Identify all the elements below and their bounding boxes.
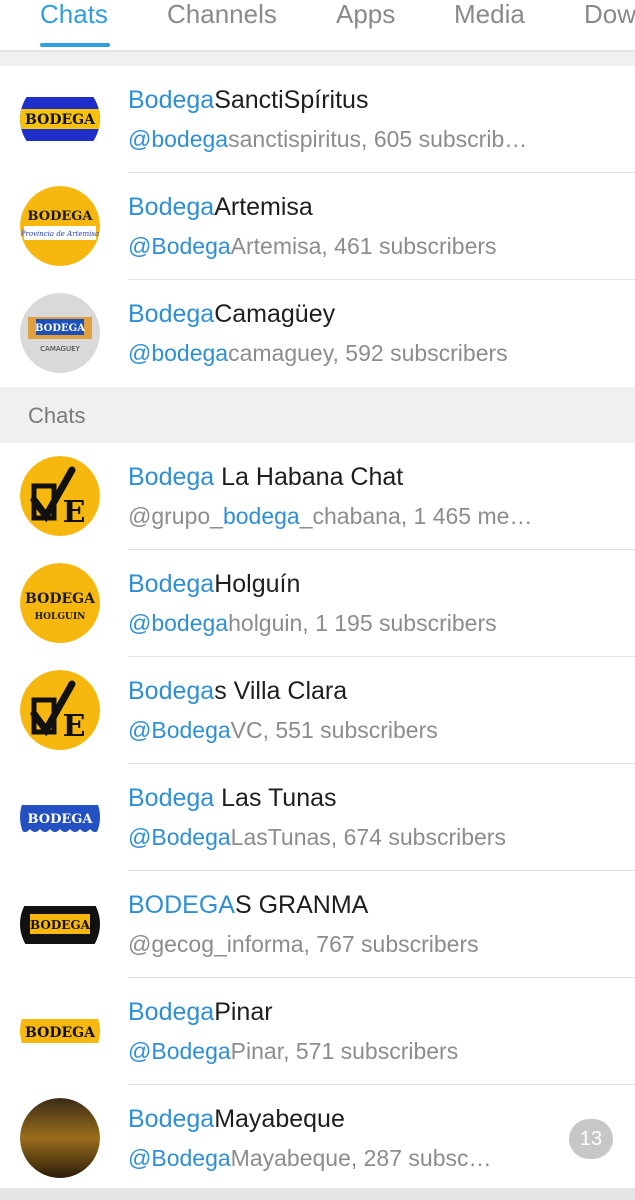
svg-text:BODEGA: BODEGA [25, 112, 96, 128]
check-e-logo-icon: E [20, 670, 100, 750]
svg-text:BODEGA: BODEGA [28, 209, 94, 224]
chat-subtitle: @BodegaVC, 551 subscribers [128, 717, 438, 743]
tab-channels[interactable]: Channels [167, 0, 277, 50]
section-gap [0, 52, 635, 66]
chat-title: BODEGAS GRANMA [128, 891, 369, 919]
chat-title: Bodega La Habana Chat [128, 463, 404, 491]
list-item[interactable]: BODEGA BodegaSanctiSpíritus @bodegasanct… [0, 66, 635, 173]
svg-text:Provincia de Artemisa: Provincia de Artemisa [20, 230, 99, 238]
svg-text:BODEGA: BODEGA [35, 323, 85, 334]
bodega-holguin-logo-icon: BODEGA HOLGUIN [20, 563, 100, 643]
bodega-camaguey-logo-icon: BODEGA CAMAGUEY [20, 293, 100, 373]
bottom-edge [0, 1188, 635, 1200]
chat-title: BodegaHolguín [128, 570, 301, 598]
chat-subtitle: @bodegacamaguey, 592 subscribers [128, 340, 508, 366]
chat-title: Bodega Las Tunas [128, 784, 337, 812]
channel-results-list: BODEGA BodegaSanctiSpíritus @bodegasanct… [0, 66, 635, 387]
active-tab-indicator [40, 43, 110, 47]
list-item[interactable]: BODEGA HOLGUIN BodegaHolguín @bodegaholg… [0, 550, 635, 657]
list-item[interactable]: E Bodegas Villa Clara @BodegaVC, 551 sub… [0, 657, 635, 764]
chat-subtitle: @BodegaLasTunas, 674 subscribers [128, 824, 506, 850]
chat-subtitle: @BodegaArtemisa, 461 subscribers [128, 233, 497, 259]
list-item[interactable]: BODEGA BodegaPinar @BodegaPinar, 571 sub… [0, 978, 635, 1085]
svg-text:CAMAGUEY: CAMAGUEY [40, 345, 80, 353]
chat-results-list: E Bodega La Habana Chat @grupo_bodega_ch… [0, 443, 635, 1192]
list-item[interactable]: BODEGA CAMAGUEY BodegaCamagüey @bodegaca… [0, 280, 635, 387]
bodega-pinar-logo-icon: BODEGA [20, 991, 100, 1071]
section-header-label: Chats [28, 403, 86, 428]
chat-title: BodegaMayabeque [128, 1105, 345, 1133]
list-item[interactable]: BODEGA Provincia de Artemisa BodegaArtem… [0, 173, 635, 280]
svg-text:BODEGA: BODEGA [25, 1025, 96, 1041]
svg-text:BODEGA: BODEGA [30, 918, 91, 932]
tab-apps[interactable]: Apps [336, 0, 395, 50]
chat-subtitle: @BodegaMayabeque, 287 subsc… [128, 1145, 492, 1171]
svg-text:BODEGA: BODEGA [25, 591, 96, 607]
svg-text:BODEGA: BODEGA [28, 812, 94, 827]
photo-avatar-icon [20, 1098, 100, 1178]
chat-subtitle: @bodegaholguin, 1 195 subscribers [128, 610, 497, 636]
section-header-chats: Chats [0, 387, 635, 443]
chat-title: BodegaArtemisa [128, 193, 313, 221]
chat-title: Bodegas Villa Clara [128, 677, 348, 705]
chat-subtitle: @bodegasanctispiritus, 605 subscrib… [128, 126, 528, 152]
tab-media[interactable]: Media [454, 0, 525, 50]
chat-title: BodegaPinar [128, 998, 273, 1026]
svg-text:HOLGUIN: HOLGUIN [35, 612, 86, 622]
list-item[interactable]: BODEGA BODEGAS GRANMA @gecog_informa, 76… [0, 871, 635, 978]
bodega-blue-logo-icon: BODEGA [20, 79, 100, 159]
unread-count-badge: 13 [569, 1119, 613, 1159]
check-e-logo-icon: E [20, 456, 100, 536]
chat-subtitle: @grupo_bodega_chabana, 1 465 me… [128, 503, 533, 529]
chat-title: BodegaSanctiSpíritus [128, 86, 369, 114]
bodega-granma-logo-icon: BODEGA [20, 884, 100, 964]
chat-subtitle: @gecog_informa, 767 subscribers [128, 931, 479, 957]
bodega-artemisa-logo-icon: BODEGA Provincia de Artemisa [20, 186, 100, 266]
tab-downloads[interactable]: Dow [584, 0, 635, 50]
chat-title: BodegaCamagüey [128, 300, 336, 328]
svg-text:E: E [63, 709, 86, 744]
list-item[interactable]: E Bodega La Habana Chat @grupo_bodega_ch… [0, 443, 635, 550]
chat-subtitle: @BodegaPinar, 571 subscribers [128, 1038, 459, 1064]
top-tab-bar: Chats Channels Apps Media Dow [0, 0, 635, 52]
svg-text:E: E [63, 495, 86, 530]
list-item[interactable]: BODEGA Bodega Las Tunas @BodegaLasTunas,… [0, 764, 635, 871]
list-item[interactable]: BodegaMayabeque @BodegaMayabeque, 287 su… [0, 1085, 635, 1192]
bodega-lastunas-logo-icon: BODEGA [20, 777, 100, 857]
